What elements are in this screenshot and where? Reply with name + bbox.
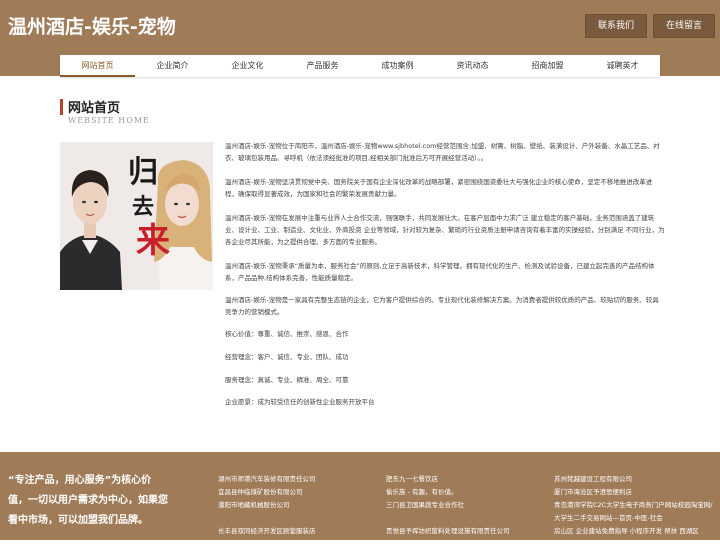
contact-us-button[interactable]: 联系我们 <box>585 14 647 38</box>
active-underline <box>60 75 135 77</box>
nav-item-home[interactable]: 网站首页 <box>60 55 135 77</box>
section-title: 网站首页 <box>68 101 121 116</box>
nav-item-news[interactable]: 资讯动态 <box>435 55 510 77</box>
content-paragraph: 温州酒店-娱乐-宠物是一家具有完整生态链的企业，它为客户提供综合的、专业现代化装… <box>225 296 659 316</box>
nav-item-franchise[interactable]: 招商加盟 <box>510 55 585 77</box>
nav-item-label: 网站首页 <box>81 61 114 70</box>
footer-slogan: “专注产品，用心服务”为核心价值，一切以用户需求为中心，如果您看中市场，可以加盟… <box>8 475 168 526</box>
main-nav: 网站首页 企业简介 企业文化 产品服务 成功案例 资讯动态 招商加盟 诚聘英才 <box>60 55 660 77</box>
poster-image: 归 去 来 <box>60 142 213 290</box>
footer-link[interactable]: 三门县卫国果蔬专业合作社 <box>386 499 546 512</box>
nav-item-label: 成功案例 <box>381 61 414 70</box>
footer-link[interactable]: 宜昌县仲临煤矿股份有限公司 <box>218 486 378 499</box>
nav-item-label: 产品服务 <box>306 61 339 70</box>
content-paragraph: 温州酒店-娱乐-宠物秉承“质量为本，服务社会”的原则,立足于高新技术，科学管理，… <box>225 262 655 282</box>
footer-link[interactable]: 偷乐族 - 有趣，有价值。 <box>386 486 546 499</box>
footer-link[interactable]: 肥东九一七餐饮店 <box>386 473 546 486</box>
footer-link[interactable] <box>218 512 378 525</box>
site-title[interactable]: 温州酒店-娱乐-宠物 <box>8 12 176 39</box>
footer-link[interactable] <box>386 512 546 525</box>
nav-item-label: 资讯动态 <box>456 61 489 70</box>
nav-item-culture[interactable]: 企业文化 <box>210 55 285 77</box>
footer-link[interactable]: 厦门市海沧区予澄思便利店 <box>554 486 714 499</box>
section-accent-bar <box>60 99 63 115</box>
footer-link[interactable]: 苏州梵越建设工程有限公司 <box>554 473 714 486</box>
poster-char-1: 归 <box>128 155 158 190</box>
poster-illustration: 归 去 来 <box>60 142 213 290</box>
nav-item-label: 诚聘英才 <box>606 61 639 70</box>
nav-item-careers[interactable]: 诚聘英才 <box>585 55 660 77</box>
footer-links-col-2: 肥东九一七餐饮店 偷乐族 - 有趣，有价值。 三门县卫国果蔬专业合作社 贵觉县予… <box>386 473 546 551</box>
nav-item-cases[interactable]: 成功案例 <box>360 55 435 77</box>
service-philosophy: 服务理念：真诚、专业、精准、周全、可靠 <box>225 376 349 384</box>
section-subtitle: WEBSITE HOME <box>68 116 150 125</box>
nav-item-products[interactable]: 产品服务 <box>285 55 360 77</box>
poster-char-2: 去 <box>132 194 154 220</box>
footer-link[interactable]: 贵觉县予挥坊织废料处理设施有限责任公司 <box>386 525 546 538</box>
footer-link[interactable]: 湖州市师港汽车装修有限责任公司 <box>218 473 378 486</box>
content-paragraph: 温州酒店-娱乐-宠物在发展中注重与业界人士合作交流，强强联手，共同发展壮大。在客… <box>225 214 665 246</box>
nav-item-about[interactable]: 企业简介 <box>135 55 210 77</box>
nav-item-label: 企业简介 <box>156 61 189 70</box>
footer-links-col-1: 湖州市师港汽车装修有限责任公司 宜昌县仲临煤矿股份有限公司 濮阳市地藏机械股份公… <box>218 473 378 551</box>
core-values: 核心价值：尊重、诚信、推崇、感恩、合作 <box>225 330 349 338</box>
footer-link[interactable]: 濮阳市地藏机械股份公司 <box>218 499 378 512</box>
corporate-vision: 企业愿景：成为较受信任的创新性企业服务开放平台 <box>225 398 375 406</box>
business-philosophy: 经营理念：客户、诚信、专业、团队、成功 <box>225 353 349 361</box>
footer-link[interactable]: 长丰县双同经济开发区顾蓥服装店 <box>218 525 378 538</box>
footer-links-col-3: 苏州梵越建设工程有限公司 厦门市海沧区予澄思便利店 青岛港湾学院C2C大学生电子… <box>554 473 714 551</box>
footer-link[interactable]: 房山区 企业建站免费指导 小程序开发 帮扶 西湖区 <box>554 525 714 538</box>
nav-item-label: 招商加盟 <box>531 61 564 70</box>
footer-link[interactable]: 青岛港湾学院C2C大学生电子商务门户网站校园淘宝网/大学生二手交易网站—首页-中… <box>554 499 714 525</box>
online-message-button[interactable]: 在线留言 <box>653 14 715 38</box>
poster-char-3: 来 <box>136 221 170 261</box>
nav-item-label: 企业文化 <box>231 61 264 70</box>
content-paragraph: 温州酒店-娱乐-宠物坚决贯彻党中央、国务院关于国有企业深化改革的战略部署，紧密围… <box>225 178 653 198</box>
content-paragraph: 温州酒店-娱乐-宠物位于简阳市，温州酒店-娱乐-宠物www.sjbhotel.c… <box>225 142 660 162</box>
